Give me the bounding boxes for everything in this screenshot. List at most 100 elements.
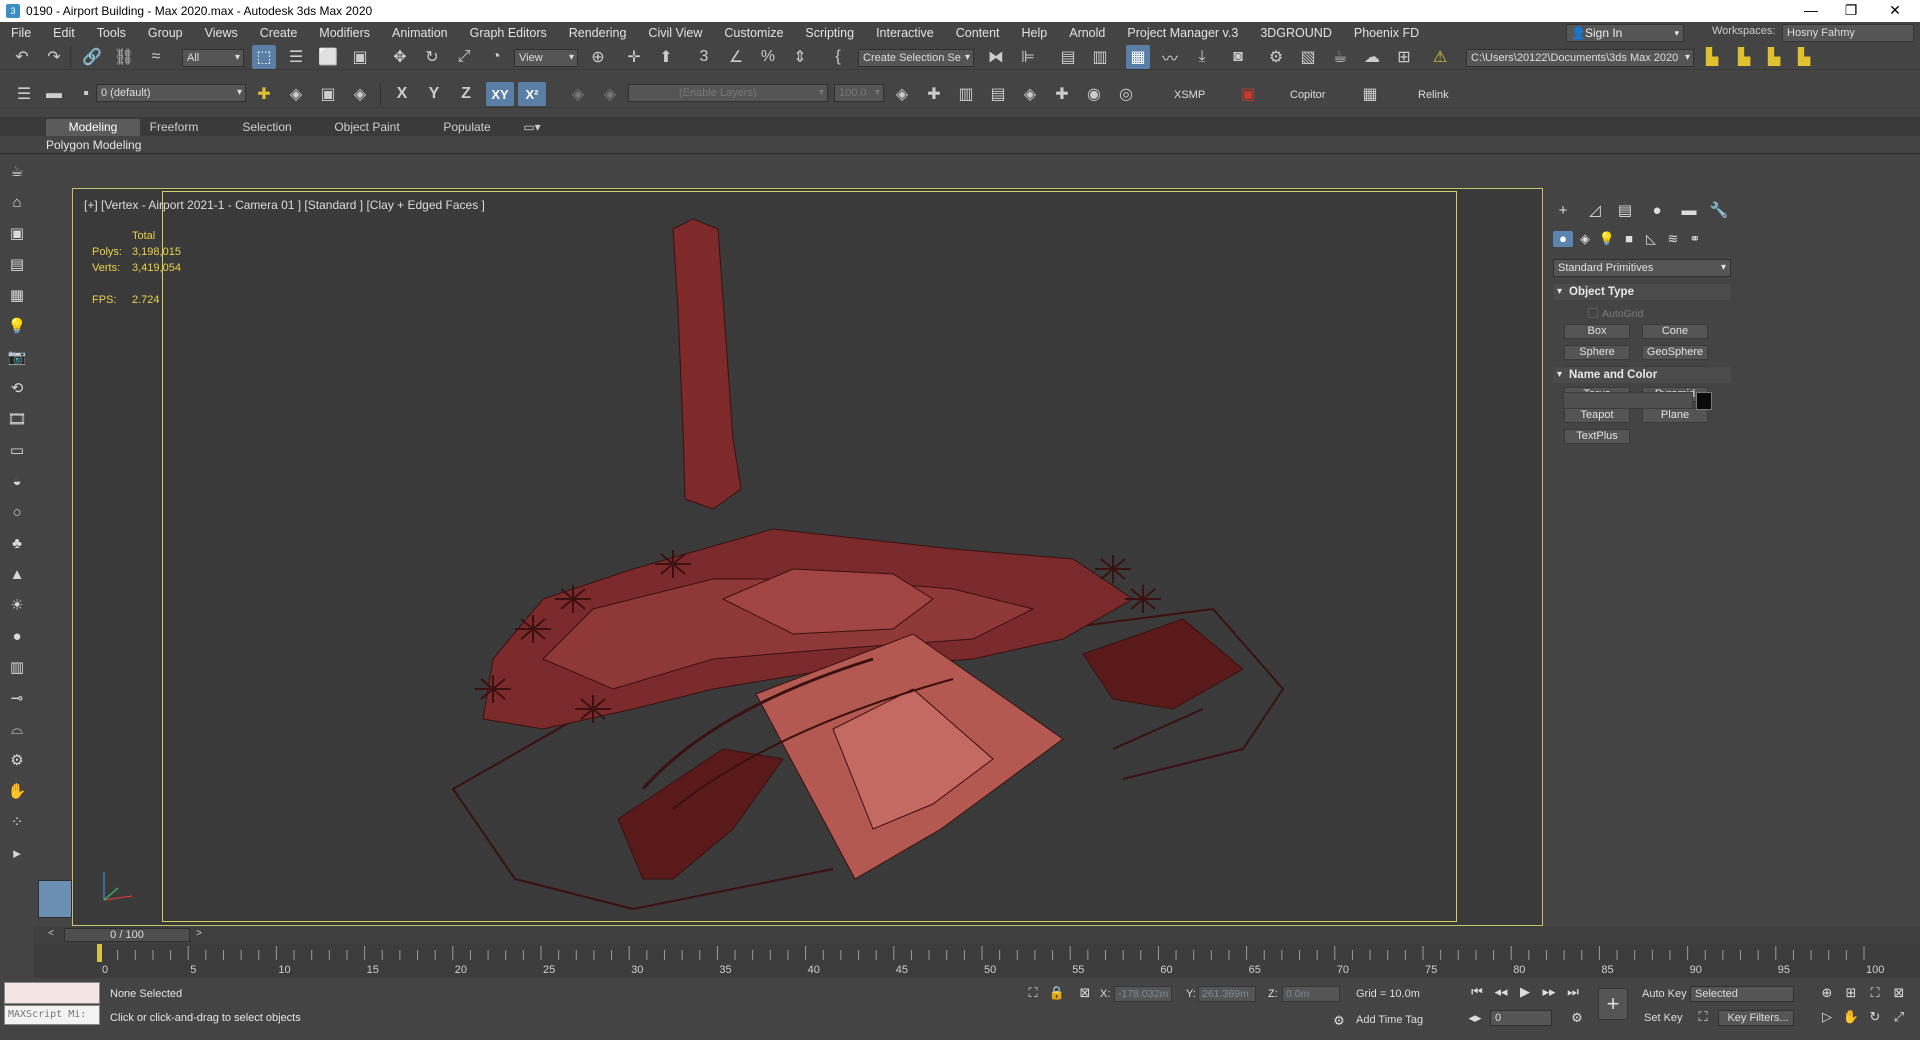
zoom-all-icon[interactable]: ⊞ [1842, 984, 1860, 1002]
teapot-blue-icon[interactable]: ⬢ [46, 110, 70, 118]
pause-sim-icon[interactable]: ❚❚ [378, 110, 402, 118]
primitive-plane-button[interactable]: Plane [1642, 408, 1708, 423]
goto-start-icon[interactable]: ⏮ [1468, 983, 1486, 1001]
layer-tool2-icon[interactable]: ◈ [598, 82, 622, 106]
render-cloud-icon[interactable]: ☁ [1360, 45, 1384, 69]
scene-explorer-icon[interactable]: ▦ [1126, 45, 1150, 69]
maximize-viewport-icon[interactable]: ⤢ [1890, 1008, 1908, 1026]
unlink-icon[interactable]: ⛓ [112, 45, 136, 69]
relink-label[interactable]: Relink [1418, 89, 1449, 101]
bowl-icon[interactable]: ◒ [842, 110, 866, 118]
pivot-center-icon[interactable]: ⊕ [586, 45, 610, 69]
menu-edit[interactable]: Edit [42, 22, 86, 44]
display-tab-icon[interactable]: ▬ [1678, 201, 1700, 221]
tube-icon[interactable]: ⊸ [6, 688, 28, 710]
glass-icon[interactable]: ▯ [778, 110, 802, 118]
menu-animation[interactable]: Animation [381, 22, 459, 44]
cone-icon[interactable]: ▲ [6, 564, 28, 586]
menu-group[interactable]: Group [137, 22, 194, 44]
primitive-teapot-button[interactable]: Teapot [1564, 408, 1630, 423]
teapot-icon[interactable]: ☕ [6, 161, 28, 183]
current-frame-marker[interactable] [97, 944, 102, 962]
pan-view-icon[interactable]: ✋ [1842, 1008, 1860, 1026]
layer-manager-icon[interactable]: ☰ [12, 82, 36, 106]
red-orb-icon[interactable]: ● [910, 110, 934, 118]
ocean-icon[interactable]: ◓ [1038, 110, 1062, 118]
layer-tool4-icon[interactable]: ✚ [922, 82, 946, 106]
geometry-icon[interactable]: ● [1553, 231, 1573, 247]
layer-tool8-icon[interactable]: ✚ [1050, 82, 1074, 106]
drop-blue-icon[interactable]: 💧 [110, 110, 134, 118]
cup-icon[interactable]: ▭ [810, 110, 834, 118]
axis-y-button[interactable]: Y [422, 82, 446, 106]
layer-tool10-icon[interactable]: ◎ [1114, 82, 1138, 106]
tab-freeform[interactable]: Freeform [144, 119, 204, 136]
zoom-icon[interactable]: ⊕ [1818, 984, 1836, 1002]
move-icon[interactable]: ✥ [388, 45, 412, 69]
vortex-icon[interactable]: ⊛ [710, 110, 734, 118]
primitive-textplus-button[interactable]: TextPlus [1564, 429, 1630, 444]
render-production-icon[interactable]: ☕ [1328, 45, 1352, 69]
relink-icon[interactable]: ▦ [1358, 82, 1382, 106]
autogrid-checkbox[interactable]: AutoGrid [1588, 308, 1643, 320]
absolute-mode-icon[interactable]: ⊠ [1076, 984, 1094, 1002]
goto-end-icon[interactable]: ⏭ [1564, 983, 1582, 1001]
time-slider[interactable]: < 0 / 100 > [34, 926, 1920, 944]
project-new-icon[interactable]: ▙ [1732, 45, 1756, 69]
menu-3dground[interactable]: 3DGROUND [1249, 22, 1343, 44]
gear-icon[interactable]: ⚙ [6, 750, 28, 772]
project-folder-icon[interactable]: ▙ [1700, 45, 1724, 69]
keyboard-shortcut-icon[interactable]: ⬆ [654, 45, 678, 69]
enable-layers-dropdown[interactable]: (Enable Layers) [628, 84, 828, 102]
schematic-view-icon[interactable]: ⤓ [1190, 45, 1214, 69]
sun-yellow-icon[interactable]: ✺ [142, 110, 166, 118]
rect-selection-icon[interactable]: ⬜ [316, 45, 340, 69]
axis-x-button[interactable]: X [390, 82, 414, 106]
expand-icon[interactable]: ▸ [6, 843, 28, 865]
play-sim-icon[interactable]: ▶ [346, 110, 370, 118]
play-icon[interactable]: ▶ [1516, 983, 1534, 1001]
prev-frame-icon[interactable]: ◂◂ [1492, 983, 1510, 1001]
link-icon[interactable]: 🔗 [80, 45, 104, 69]
layer-tool7-icon[interactable]: ◈ [1018, 82, 1042, 106]
set-key-button[interactable]: Set Key [1644, 1012, 1683, 1024]
blue-orb-icon[interactable]: ◙ [942, 110, 966, 118]
primitive-geosphere-button[interactable]: GeoSphere [1642, 345, 1708, 360]
menu-rendering[interactable]: Rendering [558, 22, 638, 44]
polygon-modeling-label[interactable]: Polygon Modeling [46, 138, 141, 152]
layer-dropdown[interactable]: 0 (default) [96, 84, 246, 102]
fire-grid-icon[interactable]: 🔥 [544, 110, 568, 118]
grid-green-icon[interactable]: ▦ [276, 110, 300, 118]
film-icon[interactable]: 🎞 [6, 409, 28, 431]
close-button[interactable]: ✕ [1872, 0, 1918, 22]
menu-scripting[interactable]: Scripting [794, 22, 865, 44]
key-filter-icon[interactable]: ⛶ [1694, 1008, 1712, 1026]
layer-stack-icon[interactable]: ◈ [284, 82, 308, 106]
menu-content[interactable]: Content [945, 22, 1011, 44]
spacewarps-icon[interactable]: ≋ [1663, 231, 1683, 247]
hierarchy-tab-icon[interactable]: ▤ [1614, 201, 1636, 221]
time-next-icon[interactable]: > [192, 928, 206, 942]
key-mode-dropdown[interactable]: Selected [1690, 986, 1794, 1002]
menu-interactive[interactable]: Interactive [865, 22, 945, 44]
xsmp-label[interactable]: XSMP [1174, 89, 1205, 101]
shapes-icon[interactable]: ◈ [1575, 231, 1595, 247]
menu-customize[interactable]: Customize [713, 22, 794, 44]
menu-help[interactable]: Help [1011, 22, 1059, 44]
primitive-category-dropdown[interactable]: Standard Primitives [1553, 259, 1731, 277]
dots-icon[interactable]: ⁘ [6, 812, 28, 834]
layer-tool5-icon[interactable]: ▥ [954, 82, 978, 106]
tab-modeling[interactable]: Modeling [46, 119, 140, 136]
render-setup-icon[interactable]: ⚙ [1264, 45, 1288, 69]
spinner-snap-icon[interactable]: ⇕ [788, 45, 812, 69]
sphere-magenta-icon[interactable]: ◎ [174, 110, 198, 118]
systems-icon[interactable]: ⚭ [1685, 231, 1705, 247]
tab-object-paint[interactable]: Object Paint [330, 119, 404, 136]
rendered-frame-icon[interactable]: ▧ [1296, 45, 1320, 69]
bind-spacewarp-icon[interactable]: ≈ [144, 45, 168, 69]
object-type-rollout[interactable]: Object Type [1553, 284, 1731, 300]
fire-emitter-icon[interactable]: 🔥 [512, 110, 536, 118]
isolate-selection-icon[interactable]: ⛶ [1024, 984, 1042, 1002]
layer-tool6-icon[interactable]: ▤ [986, 82, 1010, 106]
add-to-layer-icon[interactable]: ✚ [252, 82, 276, 106]
